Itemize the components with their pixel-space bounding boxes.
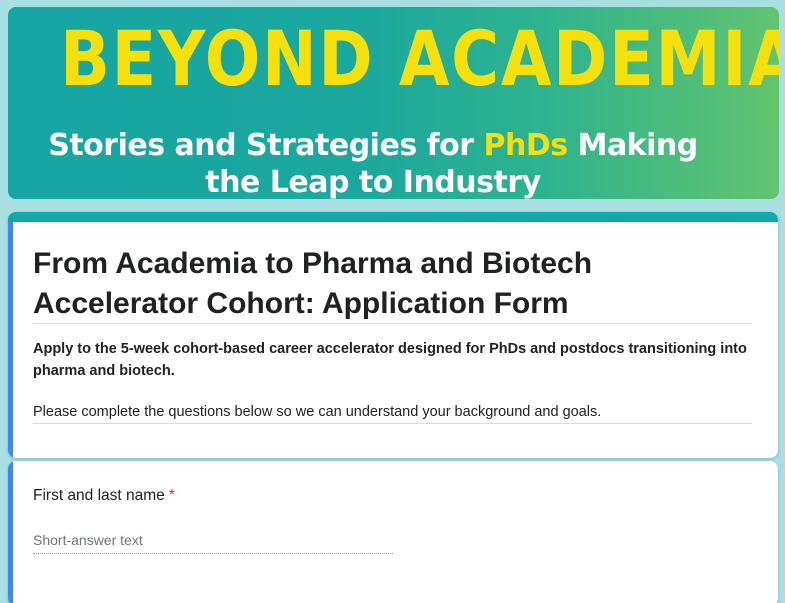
question-card-name: First and last name * (8, 461, 778, 603)
question-label-text: First and last name (33, 487, 165, 504)
banner-subtitle-highlight: PhDs (483, 128, 569, 163)
header-banner-image: BEYOND ACADEMIA Stories and Strategies f… (8, 7, 779, 199)
description-divider (33, 423, 752, 424)
form-header-card: From Academia to Pharma and Biotech Acce… (8, 212, 778, 458)
title-divider (33, 323, 752, 324)
form-title: From Academia to Pharma and Biotech Acce… (33, 247, 593, 320)
banner-title: BEYOND ACADEMIA (60, 14, 779, 103)
banner-subtitle: Stories and Strategies for PhDs Making t… (8, 127, 738, 199)
banner-subtitle-line2: the Leap to Industry (205, 165, 541, 199)
name-short-answer-input[interactable] (33, 527, 393, 554)
form-description: Please complete the questions below so w… (33, 404, 602, 420)
form-description-bold: Apply to the 5-week cohort-based career … (33, 341, 747, 379)
question-label: First and last name * (33, 485, 175, 507)
banner-subtitle-post: Making (567, 128, 699, 163)
form-page: BEYOND ACADEMIA Stories and Strategies f… (0, 0, 785, 603)
required-asterisk: * (168, 487, 175, 504)
banner-subtitle-pre: Stories and Strategies for (48, 128, 484, 163)
